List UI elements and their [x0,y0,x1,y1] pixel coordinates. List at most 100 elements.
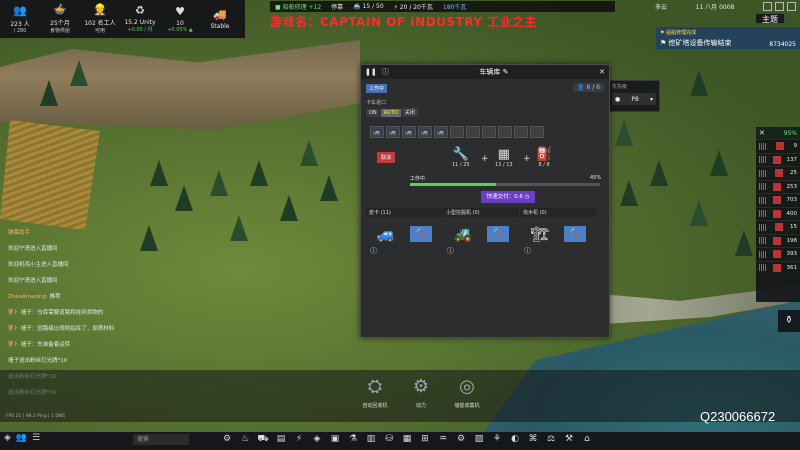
queue-slot[interactable]: 🚙 [434,126,448,138]
resource-row[interactable]: 393 [756,247,800,261]
workers-stat[interactable]: 👷 102 名工人 可用 [80,0,120,38]
toggle-off[interactable]: 关闭 [401,108,418,117]
resource-row[interactable]: 9 [756,139,800,153]
category-tool-icon[interactable]: ⚖ [544,434,558,445]
resource-count: 393 [786,251,798,258]
queue-slot[interactable]: 🚙 [402,126,416,138]
category-tool-icon[interactable]: ◈ [310,434,324,445]
window-titlebar[interactable]: ❚❚ ⓘ 车辆库 ✎ ✕ [361,65,609,79]
notification-banner[interactable]: ⚑ 船舶修理完成 ⚑ 挖矿塔设备传输结束 8734025 [656,27,800,49]
queue-slot[interactable] [514,126,528,138]
weather-label: 多云 [655,4,668,11]
menu-button[interactable] [787,2,796,11]
queue-slot[interactable]: 🚙 [370,126,384,138]
queue-slot[interactable] [466,126,480,138]
pine-tree [690,70,708,96]
food-stat[interactable]: 🍲 25个月 食物供给 [40,0,80,38]
category-tool-icon[interactable]: ▨ [472,434,486,445]
info-icon[interactable]: ⓘ [447,246,454,256]
resource-row[interactable]: 25 [756,166,800,180]
resource-count: 198 [786,237,798,244]
speed-button[interactable] [775,2,784,11]
vehicle-name: 小型挖掘机 (0) [443,208,519,217]
search-input[interactable]: 搜索 [133,434,189,445]
category-tool-icon[interactable]: ⚡ [292,434,306,445]
info-icon[interactable]: ⓘ [382,67,389,77]
build-vehicle-button[interactable]: 🔨 [410,226,432,242]
layers-icon[interactable]: ◈ [4,433,11,443]
queue-slot[interactable] [482,126,496,138]
info-icon[interactable]: ⓘ [370,246,377,256]
priority-select[interactable]: ● P8 ▾ [612,93,656,105]
chevron-down-icon: ▾ [649,95,653,103]
queue-slot[interactable] [498,126,512,138]
category-tool-icon[interactable]: ⚒ [562,434,576,445]
fill-percent: 95% [783,129,797,137]
cancel-button[interactable]: 取消 [377,152,396,163]
category-tool-icon[interactable]: ⚗ [346,434,360,445]
category-tool-icon[interactable]: ◐ [508,434,522,445]
health-stat[interactable]: ♥ 10 +0.05% ▲ [160,0,200,38]
category-tool-icon[interactable]: ♨ [238,434,252,445]
category-tool-icon[interactable]: ⚘ [490,434,504,445]
category-tool-icon[interactable]: ⊞ [418,434,432,445]
pause-button[interactable] [763,2,772,11]
vehicle-name: 皮卡 (11) [366,208,442,217]
toggle-on[interactable]: ON [366,109,380,117]
requirement-tools: 🔧 11 / 25 [452,148,470,169]
side-panel-header[interactable]: ✕ 95% [756,127,800,139]
resource-icon [772,196,781,205]
category-tool-icon[interactable]: ⛁ [382,434,396,445]
queue-slot[interactable]: 🚙 [386,126,400,138]
resource-count: 361 [786,264,798,271]
resource-count: 253 [786,183,798,190]
queue-slot[interactable]: 🚙 [418,126,432,138]
build-vehicle-button[interactable]: 🔨 [487,226,509,242]
pause-icon[interactable]: ❚❚ [365,68,377,76]
logistics-stat[interactable]: 🚚 Stable [200,0,240,38]
population-stat[interactable]: 👥 223 人 / 280 [0,0,40,38]
category-tool-icon[interactable]: ♒ [436,434,450,445]
resource-row[interactable]: 703 [756,193,800,207]
category-tool-icon[interactable]: ⛟ [256,434,270,445]
category-tool-icon[interactable]: ⌂ [580,434,594,445]
category-tool-icon[interactable]: ⚙ [454,434,468,445]
quick-deliver-button[interactable]: 快速交付：0.6 ◷ [481,191,535,203]
resource-row[interactable]: 361 [756,260,800,275]
category-tool-icon[interactable]: ⌘ [526,434,540,445]
resource-row[interactable]: 15 [756,220,800,234]
build-item[interactable]: ⚙ 动力 [401,372,441,409]
queue-slot[interactable] [530,126,544,138]
category-tool-icon[interactable]: ▥ [364,434,378,445]
ships-count[interactable]: 🚢 15 / 50 [348,1,388,12]
toggle-auto[interactable]: AUTO [380,109,401,117]
info-icon[interactable]: ⓘ [524,246,531,256]
bars-icon [759,142,767,150]
resource-row[interactable]: 253 [756,179,800,194]
category-tool-icon[interactable]: ▦ [400,434,414,445]
category-tool-icon[interactable]: ▣ [328,434,342,445]
resource-row[interactable]: 198 [756,233,800,248]
build-item[interactable]: ◎ 储能收集机 [447,372,487,409]
power-status[interactable]: ⚡ 20 / 20千瓦 [389,1,438,12]
people-icon[interactable]: 👥 [16,433,27,443]
build-vehicle-button[interactable]: 🔨 [564,226,586,242]
list-icon[interactable]: ☰ [32,433,40,443]
bars-icon [759,169,767,177]
close-icon[interactable]: ✕ [599,68,605,76]
pine-tree [175,185,193,211]
queue-slot[interactable] [450,126,464,138]
wheat-field [0,120,100,230]
power-capacity: 180千瓦 [442,4,467,11]
unity-stat[interactable]: ♻ 15.2 Unity +0.00 / 月 [120,0,160,38]
category-tool-icon[interactable]: ▤ [274,434,288,445]
category-tool-icon[interactable]: ⚙ [220,434,234,445]
chat-text: 墙子：先准备着运转 [20,342,71,348]
resource-row[interactable]: 137 [756,152,800,167]
resource-row[interactable]: 400 [756,206,800,221]
mortar-icon[interactable]: ⚱ [778,310,800,332]
chat-message: ZheoAmazing: 推荐 [8,292,188,300]
recycle-icon: ♻ [135,4,145,17]
ship-repair-status[interactable]: ■ 船舶修理 +12 [270,1,326,12]
build-item[interactable]: ⛭ 自动回收机 [355,372,395,409]
